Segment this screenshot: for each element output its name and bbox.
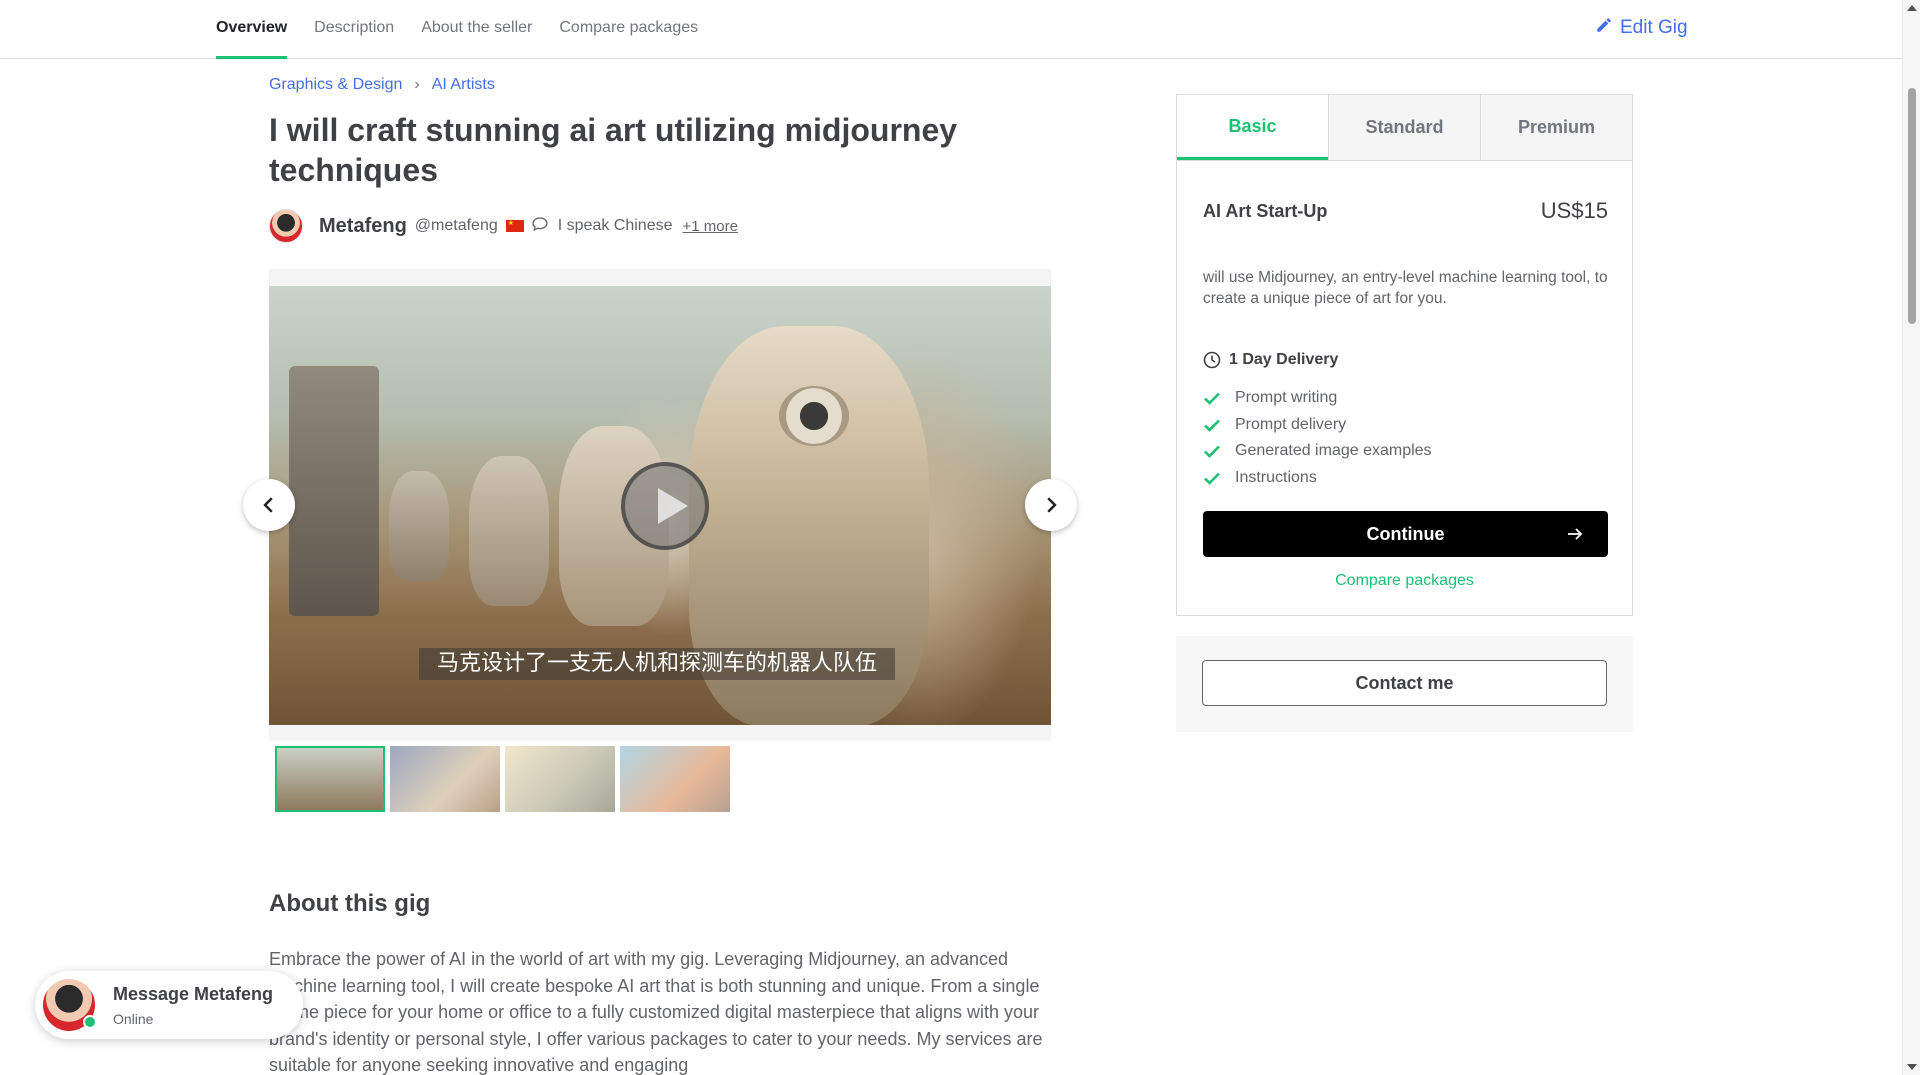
about-gig-text: Embrace the power of AI in the world of … <box>269 949 1043 1075</box>
feature-label: Generated image examples <box>1235 442 1432 460</box>
message-seller-label: Message Metafeng <box>113 983 274 1004</box>
feature-label: Instructions <box>1235 468 1317 486</box>
compare-packages-link[interactable]: Compare packages <box>1177 572 1632 590</box>
feature-item: Prompt writing <box>1203 385 1432 412</box>
gallery-thumbnails <box>275 746 730 812</box>
pencil-icon <box>1595 16 1613 40</box>
checkmark-icon <box>1204 445 1220 459</box>
clock-icon <box>1203 351 1221 369</box>
tab-premium[interactable]: Premium <box>1480 95 1632 160</box>
package-tabs: Basic Standard Premium <box>1177 95 1632 161</box>
gallery-main-video[interactable]: 马克设计了一支无人机和探测车的机器人队伍 <box>269 286 1051 725</box>
delivery-time: 1 Day Delivery <box>1203 351 1338 369</box>
feature-label: Prompt writing <box>1235 389 1338 407</box>
scrollbar-thumb[interactable] <box>1908 88 1916 324</box>
gallery-thumbnail[interactable] <box>620 746 730 812</box>
delivery-label: 1 Day Delivery <box>1229 351 1339 368</box>
seller-avatar <box>43 979 97 1031</box>
section-tabs: Overview Description About the seller Co… <box>216 0 725 59</box>
checkmark-icon <box>1204 392 1220 406</box>
gallery-prev-button[interactable] <box>243 479 295 531</box>
contact-me-button[interactable]: Contact me <box>1202 660 1607 706</box>
feature-item: Instructions <box>1203 465 1432 492</box>
breadcrumb-item-graphics-design[interactable]: Graphics & Design <box>269 76 402 94</box>
background-structure <box>289 366 379 616</box>
tab-basic[interactable]: Basic <box>1177 95 1328 160</box>
checkmark-icon <box>1204 419 1220 432</box>
package-features: Prompt writing Prompt delivery Generated… <box>1203 385 1432 491</box>
package-panel: Basic Standard Premium AI Art Start-Up U… <box>1176 94 1633 616</box>
gallery-thumbnail[interactable] <box>505 746 615 812</box>
continue-button[interactable]: Continue <box>1203 511 1608 557</box>
edit-gig-button[interactable]: Edit Gig <box>1595 16 1688 40</box>
arrow-right-icon <box>1568 528 1583 540</box>
feature-item: Generated image examples <box>1203 438 1432 465</box>
package-name: AI Art Start-Up <box>1203 200 1328 221</box>
video-subtitle: 马克设计了一支无人机和探测车的机器人队伍 <box>419 648 895 680</box>
seller-overview: Metafeng @metafeng I speak Chinese +1 mo… <box>269 209 738 243</box>
gig-title: I will craft stunning ai art utilizing m… <box>269 112 958 188</box>
feature-label: Prompt delivery <box>1235 415 1347 433</box>
package-description: will use Midjourney, an entry-level mach… <box>1203 269 1608 307</box>
chevron-left-icon <box>263 497 273 513</box>
gallery-next-button[interactable] <box>1025 479 1077 531</box>
gig-section-nav: Overview Description About the seller Co… <box>0 0 1902 59</box>
tab-about-seller[interactable]: About the seller <box>421 0 532 59</box>
breadcrumb-item-ai-artists[interactable]: AI Artists <box>432 76 495 94</box>
scroll-down-icon[interactable] <box>1907 1064 1917 1070</box>
more-languages-link[interactable]: +1 more <box>682 218 737 235</box>
tab-standard[interactable]: Standard <box>1328 95 1480 160</box>
china-flag-icon <box>505 220 524 232</box>
package-header: AI Art Start-Up US$15 <box>1203 198 1608 224</box>
seller-online-status: Online <box>113 1010 154 1027</box>
online-status-icon <box>83 1015 97 1029</box>
about-gig-heading: About this gig <box>269 890 431 917</box>
scroll-up-icon[interactable] <box>1907 5 1917 11</box>
play-icon[interactable] <box>621 462 709 550</box>
gallery-thumbnail[interactable] <box>390 746 500 812</box>
chevron-right-icon: › <box>414 76 420 93</box>
gallery-thumbnail[interactable] <box>275 746 385 812</box>
gig-gallery: 马克设计了一支无人机和探测车的机器人队伍 <box>269 269 1051 741</box>
seller-name[interactable]: Metafeng <box>319 215 407 238</box>
edit-gig-label: Edit Gig <box>1620 17 1688 38</box>
message-seller-button[interactable]: Message Metafeng Online <box>35 971 303 1039</box>
speech-bubble-icon <box>532 216 558 236</box>
seller-avatar[interactable] <box>269 209 303 243</box>
chevron-right-icon <box>1047 497 1057 513</box>
robot-figure <box>389 471 449 581</box>
robot-figure <box>469 456 549 606</box>
page-scrollbar[interactable] <box>1902 0 1920 1075</box>
continue-label: Continue <box>1366 523 1445 544</box>
checkmark-icon <box>1204 472 1220 485</box>
tab-overview[interactable]: Overview <box>216 0 288 59</box>
feature-item: Prompt delivery <box>1203 412 1432 439</box>
breadcrumb: Graphics & Design › AI Artists <box>269 76 495 94</box>
contact-section: Contact me <box>1176 636 1633 732</box>
tab-compare-packages[interactable]: Compare packages <box>559 0 698 59</box>
package-price: US$15 <box>1540 198 1608 223</box>
seller-handle: @metafeng <box>414 217 498 234</box>
seller-language: I speak Chinese <box>557 217 673 234</box>
tab-description[interactable]: Description <box>314 0 394 59</box>
